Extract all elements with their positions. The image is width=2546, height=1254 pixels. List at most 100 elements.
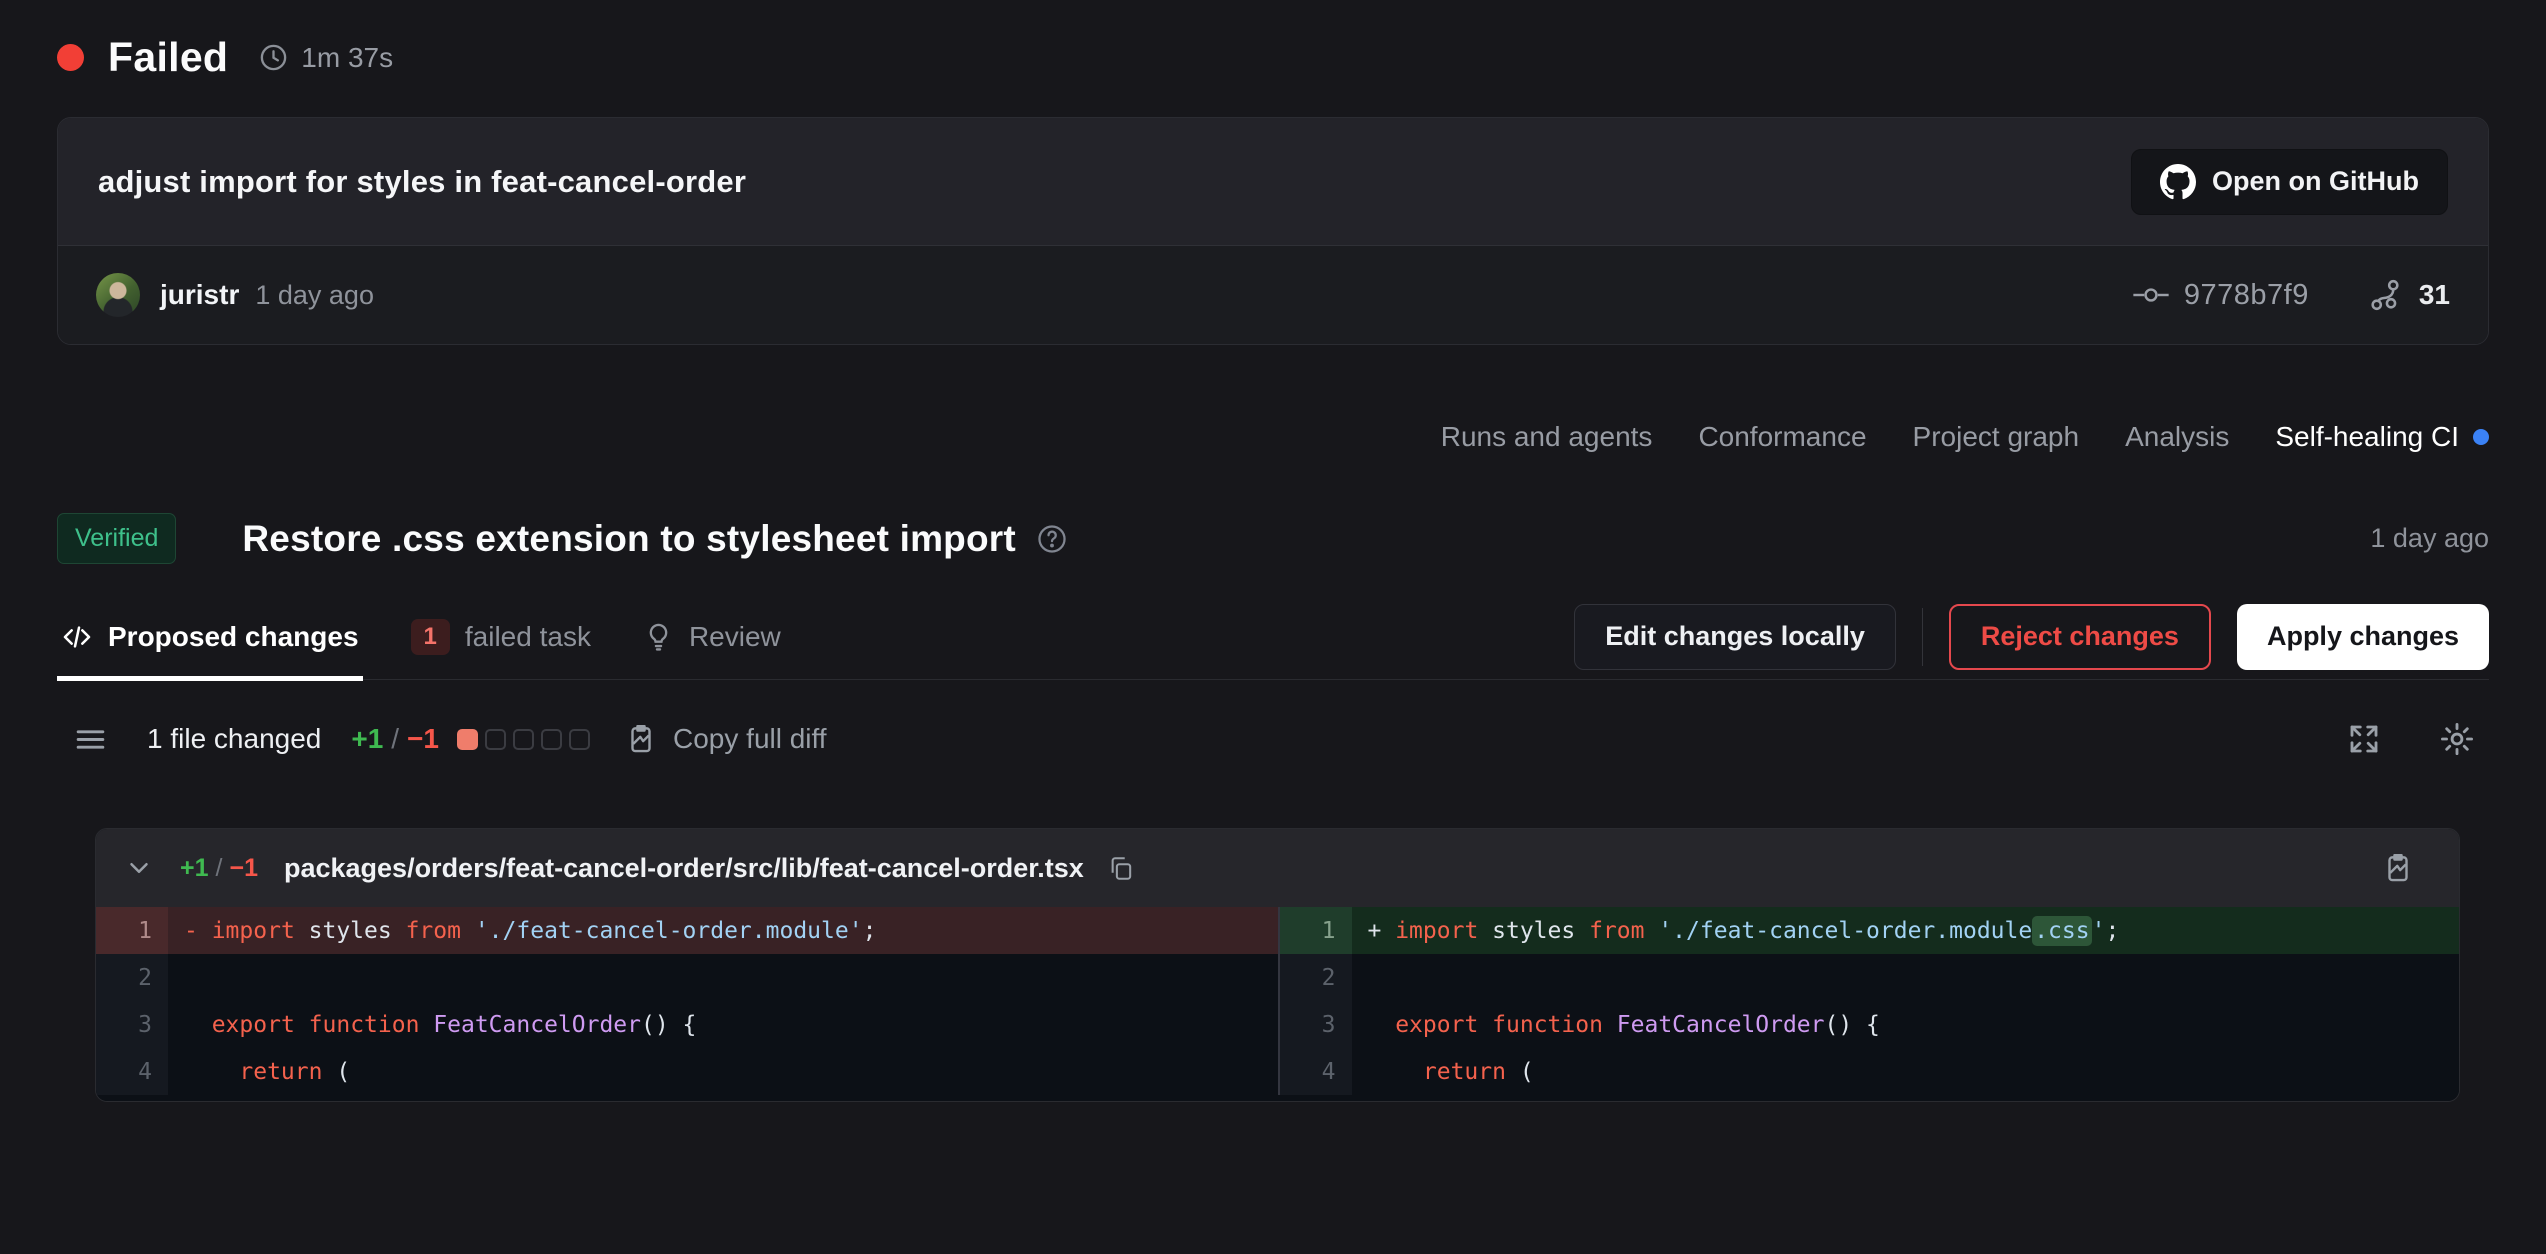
code-line: 4 return ( <box>96 1048 1278 1095</box>
diff-block-empty <box>485 729 506 750</box>
additions-count: +1 <box>351 723 383 755</box>
reject-changes-button[interactable]: Reject changes <box>1949 604 2211 670</box>
code-text: return ( <box>1352 1048 2460 1095</box>
gear-icon[interactable] <box>2438 720 2476 758</box>
hamburger-icon[interactable] <box>72 721 109 758</box>
diff-pane-right: 1+ import styles from './feat-cancel-ord… <box>1278 907 2460 1095</box>
code-line: 2 <box>1280 954 2460 1001</box>
file-stats-separator: / <box>216 854 223 883</box>
diff-block-filled <box>457 729 478 750</box>
nav-runs-and-agents[interactable]: Runs and agents <box>1441 421 1653 453</box>
nav-self-healing-ci[interactable]: Self-healing CI <box>2275 421 2489 453</box>
open-on-github-button[interactable]: Open on GitHub <box>2131 149 2448 215</box>
line-number: 3 <box>96 1001 168 1048</box>
tab-failed-task-label: failed task <box>465 621 591 653</box>
help-circle-icon[interactable] <box>1036 523 1068 555</box>
github-icon <box>2160 164 2196 200</box>
author-name: juristr <box>160 279 239 311</box>
fix-actions: Edit changes locally Reject changes Appl… <box>1574 604 2489 670</box>
tab-review-label: Review <box>689 621 781 653</box>
diff-block-empty <box>541 729 562 750</box>
code-line: 2 <box>96 954 1278 1001</box>
nav-analysis[interactable]: Analysis <box>2125 421 2229 453</box>
diff-toolbar: 1 file changed +1 / −1 Copy full diff <box>72 720 2476 758</box>
commit-time: 1 day ago <box>255 280 374 311</box>
commit-hash-group[interactable]: 9778b7f9 <box>2132 279 2309 312</box>
status-header: Failed 1m 37s <box>0 0 2546 81</box>
code-text: export function FeatCancelOrder() { <box>1352 1001 2460 1048</box>
nav-project-graph[interactable]: Project graph <box>1913 421 2080 453</box>
failed-count-badge: 1 <box>411 619 450 655</box>
fix-header: Verified Restore .css extension to style… <box>57 513 2489 564</box>
code-line: 1+ import styles from './feat-cancel-ord… <box>1280 907 2460 954</box>
diff-block-empty <box>513 729 534 750</box>
code-text: export function FeatCancelOrder() { <box>168 1001 1278 1048</box>
tab-failed-task[interactable]: 1 failed task <box>407 594 595 679</box>
toolbar-right-icons <box>2346 720 2476 758</box>
code-line: 4 return ( <box>1280 1048 2460 1095</box>
verified-badge: Verified <box>57 513 176 564</box>
deletions-count: −1 <box>407 723 439 755</box>
line-number: 4 <box>1280 1048 1352 1095</box>
tabs-row: Proposed changes 1 failed task Review Ed… <box>57 594 2489 680</box>
commit-card-header: adjust import for styles in feat-cancel-… <box>58 118 2488 245</box>
line-number: 1 <box>1280 907 1352 954</box>
stats-separator: / <box>391 723 399 755</box>
branch-count: 31 <box>2419 279 2450 311</box>
tab-review[interactable]: Review <box>639 594 785 679</box>
copy-file-diff-icon[interactable] <box>2381 851 2415 885</box>
commit-card: adjust import for styles in feat-cancel-… <box>57 117 2489 345</box>
copy-path-icon[interactable] <box>1106 854 1135 883</box>
code-text: return ( <box>168 1048 1278 1095</box>
active-nav-dot <box>2473 429 2489 445</box>
copy-full-diff-button[interactable]: Copy full diff <box>624 722 827 756</box>
commit-icon <box>2132 283 2170 307</box>
line-number: 2 <box>1280 954 1352 1001</box>
fix-title: Restore .css extension to stylesheet imp… <box>242 518 1016 560</box>
line-number: 3 <box>1280 1001 1352 1048</box>
avatar[interactable] <box>96 273 140 317</box>
status-label: Failed <box>108 34 228 81</box>
copy-full-diff-label: Copy full diff <box>673 723 827 755</box>
actions-divider <box>1922 608 1923 666</box>
nav-self-healing-ci-label: Self-healing CI <box>2275 421 2459 453</box>
line-number: 1 <box>96 907 168 954</box>
file-change-stats: +1 / −1 <box>180 854 258 883</box>
edit-changes-locally-button[interactable]: Edit changes locally <box>1574 604 1896 670</box>
code-icon <box>61 621 93 653</box>
code-line: 3 export function FeatCancelOrder() { <box>96 1001 1278 1048</box>
fix-time: 1 day ago <box>2370 523 2489 554</box>
diff-file-header: +1 / −1 packages/orders/feat-cancel-orde… <box>96 829 2459 907</box>
lightbulb-icon <box>643 621 674 652</box>
duration-value: 1m 37s <box>301 42 393 74</box>
branch-icon <box>2367 277 2403 313</box>
commit-card-meta: juristr 1 day ago 9778b7f9 31 <box>58 245 2488 344</box>
clipboard-icon <box>624 722 658 756</box>
expand-icon[interactable] <box>2346 721 2382 757</box>
diff-block-squares <box>457 729 590 750</box>
diff-pane-left: 1- import styles from './feat-cancel-ord… <box>96 907 1278 1095</box>
file-deletions: −1 <box>229 854 258 883</box>
diff-card: +1 / −1 packages/orders/feat-cancel-orde… <box>95 828 2460 1102</box>
commit-hash: 9778b7f9 <box>2184 279 2309 312</box>
tab-proposed-changes-label: Proposed changes <box>108 621 359 653</box>
duration: 1m 37s <box>258 42 393 74</box>
chevron-down-icon[interactable] <box>124 853 154 883</box>
nav-conformance[interactable]: Conformance <box>1698 421 1866 453</box>
branch-count-group[interactable]: 31 <box>2367 277 2450 313</box>
code-text <box>168 954 1278 1001</box>
code-text: + import styles from './feat-cancel-orde… <box>1352 907 2460 954</box>
file-path: packages/orders/feat-cancel-order/src/li… <box>284 853 1084 884</box>
code-line: 3 export function FeatCancelOrder() { <box>1280 1001 2460 1048</box>
commit-title: adjust import for styles in feat-cancel-… <box>98 164 746 200</box>
diff-block-empty <box>569 729 590 750</box>
line-number: 2 <box>96 954 168 1001</box>
line-number: 4 <box>96 1048 168 1095</box>
top-nav: Runs and agents Conformance Project grap… <box>57 421 2489 453</box>
code-text: - import styles from './feat-cancel-orde… <box>168 907 1278 954</box>
apply-changes-button[interactable]: Apply changes <box>2237 604 2489 670</box>
code-line: 1- import styles from './feat-cancel-ord… <box>96 907 1278 954</box>
commit-meta-right: 9778b7f9 31 <box>2132 277 2450 313</box>
tab-proposed-changes[interactable]: Proposed changes <box>57 594 363 679</box>
change-stats: +1 / −1 <box>351 723 439 755</box>
